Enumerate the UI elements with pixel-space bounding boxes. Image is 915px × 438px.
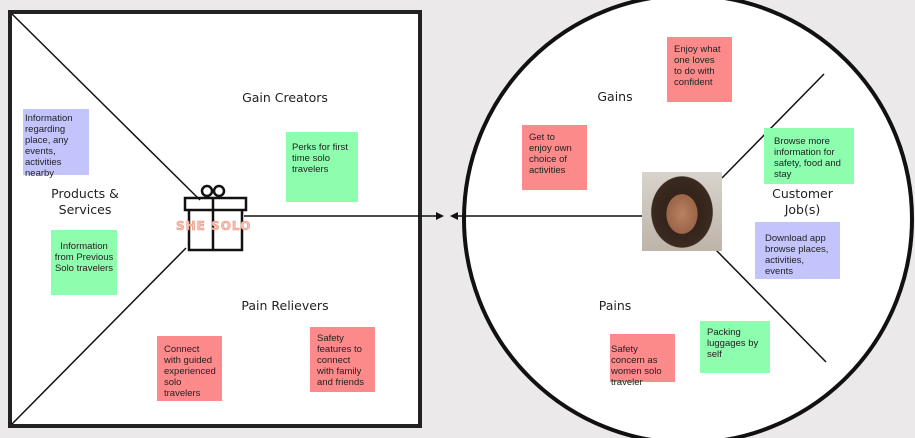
customer-jobs-heading: Customer Job(s): [772, 186, 833, 217]
sticky-note[interactable]: Get to enjoy own choice of activities: [522, 125, 587, 190]
canvas-lines: [8, 0, 914, 438]
sticky-note[interactable]: Download app browse places, activities, …: [755, 222, 840, 279]
sticky-note[interactable]: Perks for first time solo travelers: [286, 132, 358, 202]
sticky-note[interactable]: Information regarding place, any events,…: [23, 109, 89, 179]
sticky-note[interactable]: Connect with guided experienced solo tra…: [157, 336, 222, 401]
arrowhead-right: [436, 212, 444, 220]
sticky-note[interactable]: Safety features to connect with family a…: [310, 327, 375, 392]
sticky-note[interactable]: Enjoy what one loves to do with confiden…: [667, 37, 732, 102]
sticky-note[interactable]: Information from Previous Solo travelers: [51, 230, 117, 295]
sticky-note[interactable]: Packing luggages by self: [700, 321, 770, 373]
gain-creators-heading: Gain Creators: [242, 90, 328, 105]
gains-heading: Gains: [597, 89, 633, 104]
pain-relievers-heading: Pain Relievers: [241, 298, 329, 313]
sticky-note[interactable]: Safety concern as women solo traveler: [610, 334, 675, 388]
arrowhead-left: [450, 212, 458, 220]
customer-persona-photo: [642, 172, 722, 251]
pains-heading: Pains: [598, 298, 632, 313]
products-services-heading: Products & Services: [51, 186, 119, 217]
brand-logo: SHE SOLO: [176, 219, 252, 234]
sticky-note[interactable]: Browse more information for safety, food…: [764, 128, 854, 184]
